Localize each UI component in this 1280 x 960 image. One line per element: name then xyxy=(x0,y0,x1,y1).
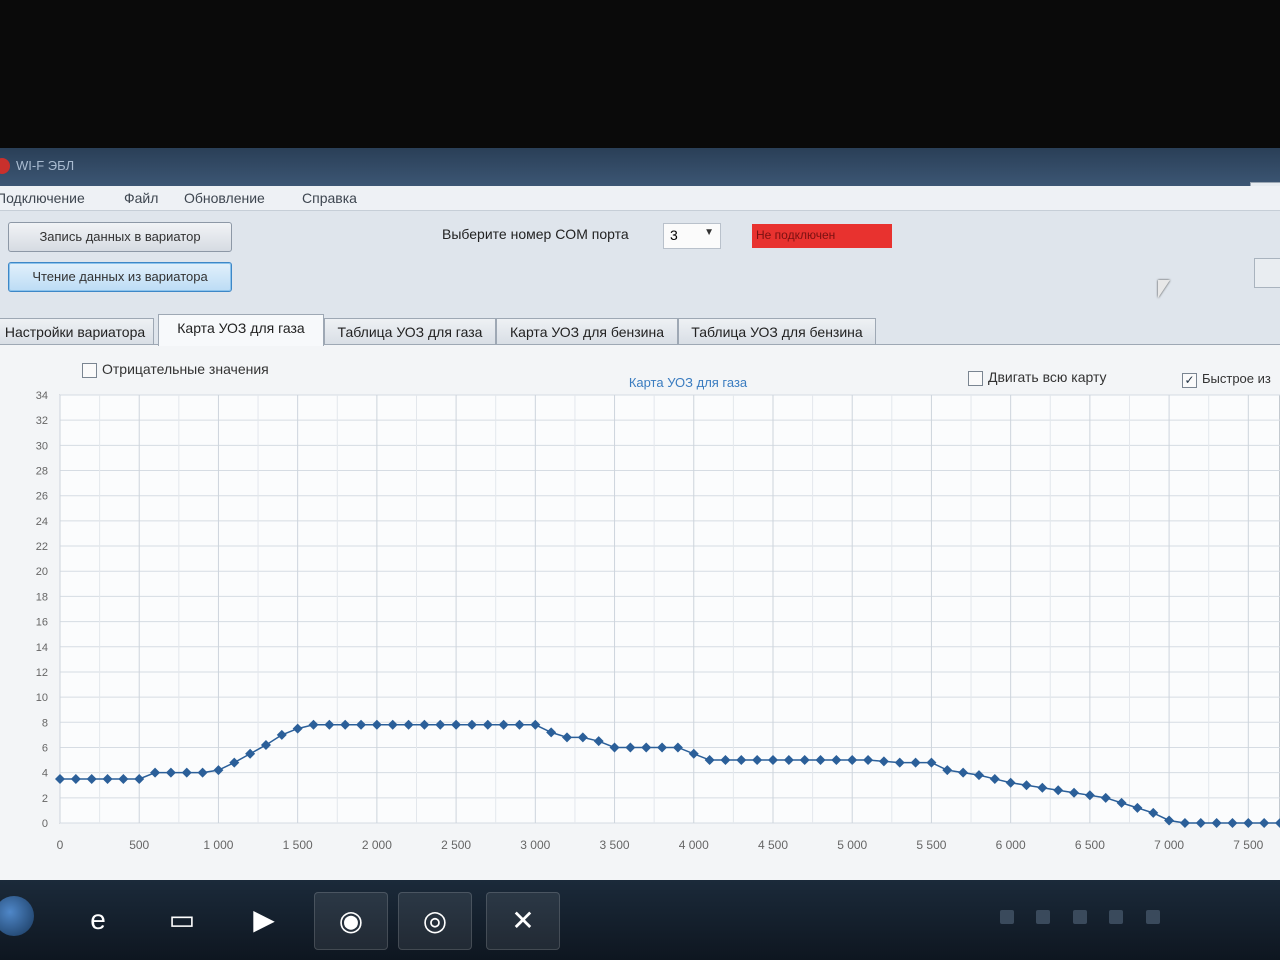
x-tick-label: 7 500 xyxy=(1233,838,1263,852)
menu-bar: Подключение Файл Обновление Справка xyxy=(0,186,1280,211)
x-tick-label: 4 000 xyxy=(679,838,709,852)
x-tick-label: 500 xyxy=(129,838,149,852)
x-tick-label: 2 000 xyxy=(362,838,392,852)
y-tick-label: 20 xyxy=(36,566,48,578)
tab-gas-table[interactable]: Таблица УОЗ для газа xyxy=(324,318,496,345)
tray-icon[interactable] xyxy=(1072,910,1087,924)
chevron-down-icon: ▼ xyxy=(704,227,714,238)
y-tick-label: 4 xyxy=(42,768,48,780)
menu-update[interactable]: Обновление xyxy=(184,190,265,206)
y-tick-label: 34 xyxy=(36,390,48,402)
app-window: WI-F ЭБЛ Подключение Файл Обновление Спр… xyxy=(0,148,1280,881)
x-tick-label: 2 500 xyxy=(441,838,471,852)
title-bar: WI-F ЭБЛ xyxy=(0,148,1280,186)
x-tick-label: 5 000 xyxy=(837,838,867,852)
x-tick-label: 5 500 xyxy=(916,838,946,852)
start-button[interactable] xyxy=(0,896,34,936)
y-tick-label: 30 xyxy=(36,440,48,452)
y-tick-label: 24 xyxy=(36,516,48,528)
x-tick-label: 3 500 xyxy=(600,838,630,852)
x-tick-label: 4 500 xyxy=(758,838,788,852)
media-player-icon[interactable]: ▶ xyxy=(228,892,300,948)
y-axis: 0246810121416182022242628303234 xyxy=(36,390,48,830)
chrome-icon[interactable]: ◎ xyxy=(398,892,472,950)
com-port-value: 3 xyxy=(670,227,678,243)
y-tick-label: 22 xyxy=(36,541,48,553)
y-tick-label: 16 xyxy=(36,617,48,629)
x-axis: 0 500 1 000 1 500 2 000 2 500 3 000 3 500 4 000 4… xyxy=(57,838,1264,852)
firefox-icon[interactable]: ◉ xyxy=(314,892,388,950)
y-tick-label: 18 xyxy=(36,591,48,603)
x-tick-label: 1 500 xyxy=(283,838,313,852)
y-tick-label: 12 xyxy=(36,667,48,679)
plot-area xyxy=(59,394,1280,824)
chart-title: Карта УОЗ для газа xyxy=(629,375,748,390)
tray-icon[interactable] xyxy=(1109,910,1124,924)
ie-icon[interactable]: e xyxy=(62,892,134,948)
tab-gas-map[interactable]: Карта УОЗ для газа xyxy=(158,314,324,346)
y-tick-label: 2 xyxy=(42,793,48,805)
y-tick-label: 32 xyxy=(36,415,48,427)
write-to-variator-button[interactable]: Запись данных в вариатор xyxy=(8,222,232,252)
tab-strip: Настройки вариатора Карта УОЗ для газа Т… xyxy=(0,314,1280,346)
x-tick-label: 7 000 xyxy=(1154,838,1184,852)
x-tick-label: 6 500 xyxy=(1075,838,1105,852)
y-tick-label: 6 xyxy=(42,742,48,754)
app-cx-icon[interactable]: ✕ xyxy=(486,892,560,950)
gas-map-panel: Отрицательные значения Двигать всю карту… xyxy=(0,344,1280,881)
com-port-select[interactable]: 3 ▼ xyxy=(663,223,721,249)
y-tick-label: 10 xyxy=(36,692,48,704)
connection-status: Не подключен xyxy=(752,224,892,248)
window-title: WI-F ЭБЛ xyxy=(16,158,75,173)
menu-connection[interactable]: Подключение xyxy=(0,190,85,206)
tray-icon[interactable] xyxy=(1000,910,1014,924)
system-tray xyxy=(1000,910,1280,930)
x-tick-label: 1 000 xyxy=(203,838,233,852)
explorer-icon[interactable]: ▭ xyxy=(146,892,218,948)
gas-advance-chart[interactable]: 0246810121416182022242628303234 0 500 1 00… xyxy=(0,365,1280,865)
read-from-variator-button[interactable]: Чтение данных из вариатора xyxy=(8,262,232,292)
mouse-cursor-icon xyxy=(1158,280,1170,298)
y-tick-label: 14 xyxy=(36,642,48,654)
x-tick-label: 3 000 xyxy=(520,838,550,852)
com-port-label: Выберите номер COM порта xyxy=(442,226,629,242)
menu-file[interactable]: Файл xyxy=(124,190,158,206)
y-tick-label: 8 xyxy=(42,717,48,729)
tab-petrol-map[interactable]: Карта УОЗ для бензина xyxy=(496,318,678,345)
x-tick-label: 0 xyxy=(57,838,64,852)
side-button[interactable] xyxy=(1254,258,1280,288)
app-icon xyxy=(0,158,10,174)
menu-help[interactable]: Справка xyxy=(302,190,357,206)
tab-variator-settings[interactable]: Настройки вариатора xyxy=(0,318,154,345)
tray-icon[interactable] xyxy=(1145,910,1160,924)
y-tick-label: 0 xyxy=(42,818,48,830)
taskbar: e ▭ ▶ ◉ ◎ ✕ xyxy=(0,880,1280,960)
y-tick-label: 28 xyxy=(36,466,48,478)
tab-petrol-table[interactable]: Таблица УОЗ для бензина xyxy=(678,318,876,345)
tray-icon[interactable] xyxy=(1036,910,1051,924)
x-tick-label: 6 000 xyxy=(996,838,1026,852)
y-tick-label: 26 xyxy=(36,491,48,503)
